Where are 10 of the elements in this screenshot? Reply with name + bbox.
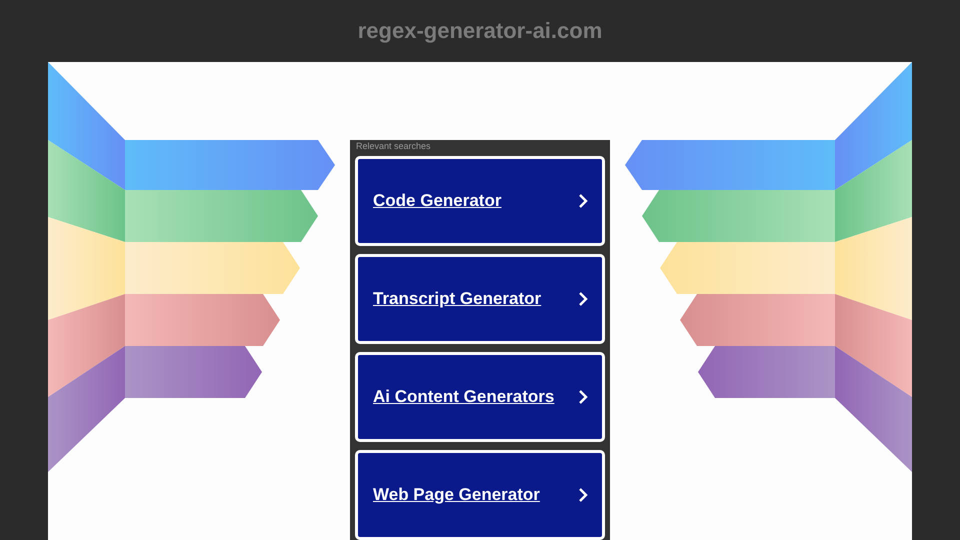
search-link[interactable]: Web Page Generator bbox=[355, 450, 605, 540]
chevron-icon bbox=[578, 291, 588, 307]
search-link[interactable]: Transcript Generator bbox=[355, 254, 605, 344]
panel-heading: Relevant searches bbox=[355, 140, 432, 153]
chevron-icon bbox=[578, 487, 588, 503]
chevron-icon bbox=[578, 193, 588, 209]
search-link[interactable]: Ai Content Generators bbox=[355, 352, 605, 442]
search-link[interactable]: Code Generator bbox=[355, 156, 605, 246]
site-title: regex-generator-ai.com bbox=[358, 18, 602, 44]
chevron-icon bbox=[578, 389, 588, 405]
